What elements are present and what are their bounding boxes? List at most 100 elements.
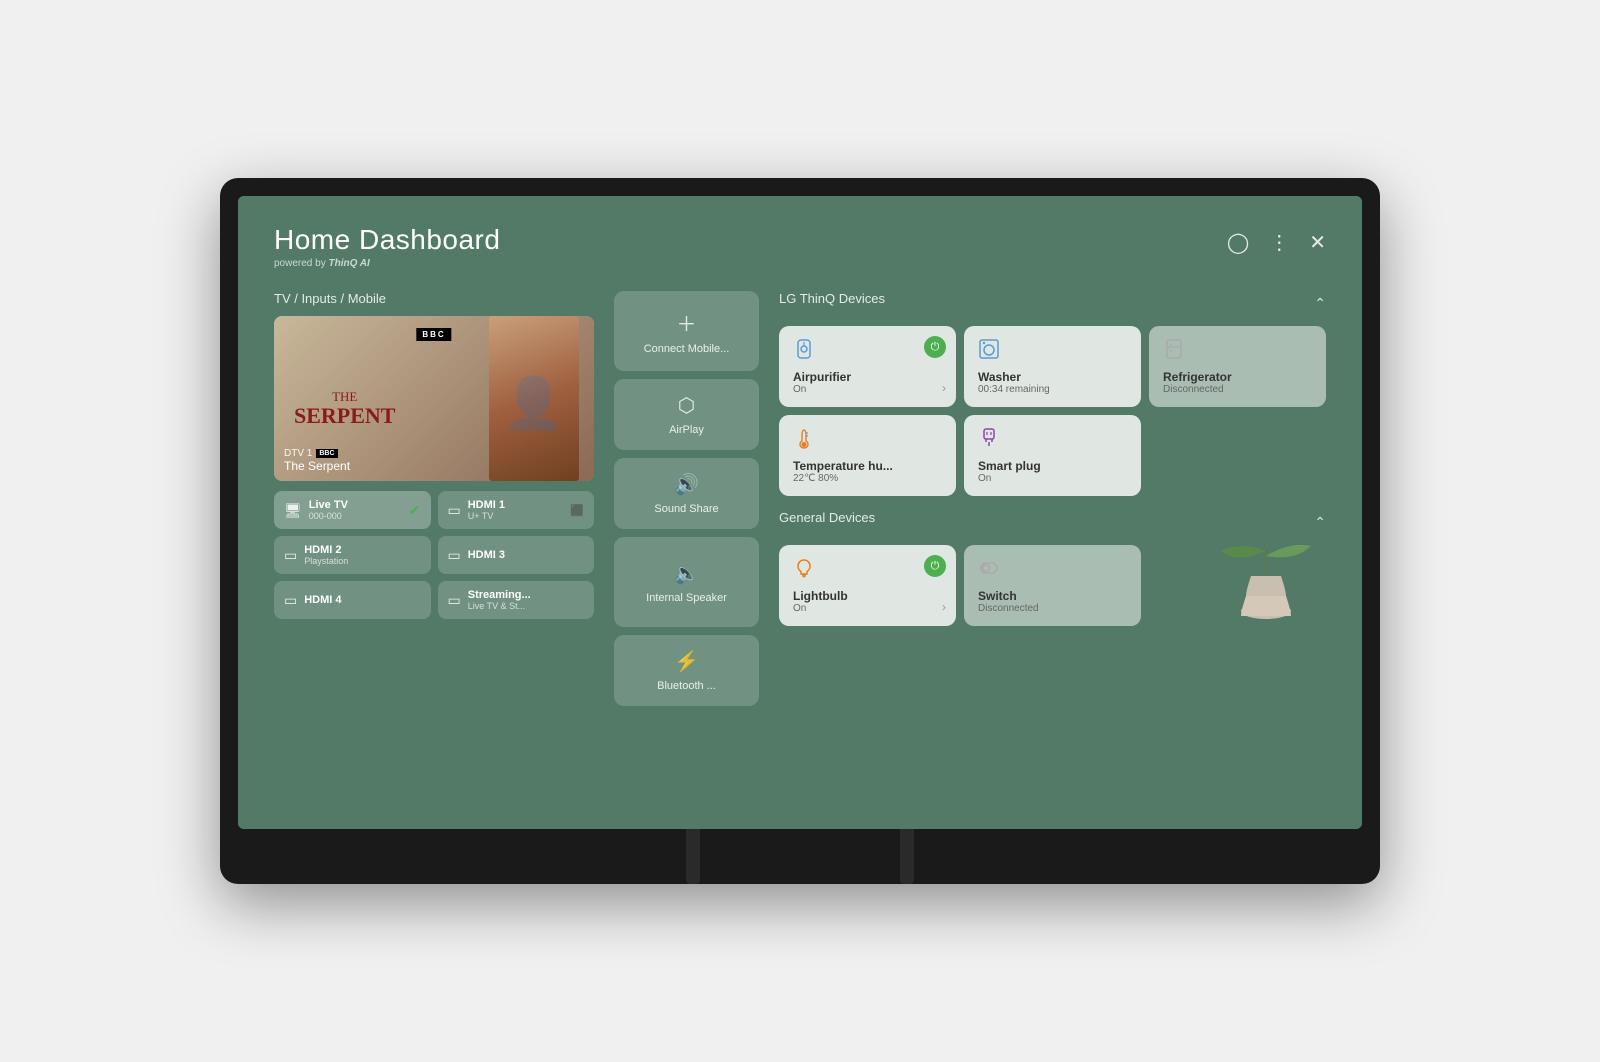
tv-preview[interactable]: BBC THE SERPENT 👤 bbox=[274, 316, 594, 481]
input-info: Streaming... Live TV & St... bbox=[468, 589, 531, 611]
sound-share-card[interactable]: 🔊 Sound Share bbox=[614, 458, 759, 529]
switch-name: Switch bbox=[978, 589, 1127, 603]
bluetooth-icon: ⚡ bbox=[674, 649, 699, 674]
airpurifier-power-btn[interactable]: ⏻ bbox=[924, 336, 946, 358]
tv-leg-left bbox=[686, 829, 700, 884]
device-card-switch[interactable]: Switch Disconnected bbox=[964, 545, 1141, 626]
plus-icon: ＋ bbox=[677, 308, 697, 337]
hdmi4-icon: ▭ bbox=[284, 592, 297, 609]
input-item-hdmi3[interactable]: ▭ HDMI 3 bbox=[438, 536, 595, 574]
tv-screen: Home Dashboard powered by ThinQ AI ◯ ⋮ ✕… bbox=[238, 196, 1362, 828]
input-item-hdmi2[interactable]: ▭ HDMI 2 Playstation bbox=[274, 536, 431, 574]
header-title: Home Dashboard powered by ThinQ AI bbox=[274, 224, 500, 269]
page-title: Home Dashboard bbox=[274, 224, 500, 256]
close-icon[interactable]: ✕ bbox=[1309, 230, 1326, 255]
bluetooth-card[interactable]: ⚡ Bluetooth ... bbox=[614, 635, 759, 706]
washer-name: Washer bbox=[978, 370, 1127, 384]
thinq-section-title: LG ThinQ Devices bbox=[779, 291, 885, 306]
tv-leg-right bbox=[900, 829, 914, 884]
sound-share-icon: 🔊 bbox=[674, 472, 699, 497]
left-panel: TV / Inputs / Mobile BBC THE SERPENT bbox=[274, 291, 594, 785]
airplay-card[interactable]: ⬡ AirPlay bbox=[614, 379, 759, 450]
input-info: Live TV 000-000 bbox=[309, 499, 348, 521]
streaming-icon: ▭ bbox=[448, 592, 461, 609]
bluetooth-label: Bluetooth ... bbox=[657, 680, 716, 692]
right-panel: LG ThinQ Devices ⌃ Airpurifier On bbox=[779, 291, 1326, 785]
input-item-streaming[interactable]: ▭ Streaming... Live TV & St... bbox=[438, 581, 595, 619]
tv-icon: 🖥 bbox=[284, 502, 302, 519]
lightbulb-chevron: › bbox=[942, 600, 946, 614]
input-info: HDMI 1 U+ TV bbox=[468, 499, 505, 521]
internal-speaker-card[interactable]: 🔈 Internal Speaker bbox=[614, 537, 759, 627]
switch-status: Disconnected bbox=[978, 603, 1127, 614]
input-item-hdmi1[interactable]: ▭ HDMI 1 U+ TV ⬛ bbox=[438, 491, 595, 529]
device-card-smart-plug[interactable]: Smart plug On bbox=[964, 415, 1141, 496]
preview-info: DTV 1 BBC The Serpent bbox=[284, 448, 350, 473]
device-card-washer[interactable]: Washer 00:34 remaining bbox=[964, 326, 1141, 407]
decoration-area bbox=[1149, 545, 1326, 626]
plant-svg bbox=[1196, 545, 1326, 626]
preview-show: The Serpent bbox=[284, 459, 350, 473]
tv-section-title: TV / Inputs / Mobile bbox=[274, 291, 594, 306]
input-item-hdmi4[interactable]: ▭ HDMI 4 bbox=[274, 581, 431, 619]
input-info: HDMI 2 Playstation bbox=[304, 544, 348, 566]
hdmi2-icon: ▭ bbox=[284, 547, 297, 564]
sound-share-label: Sound Share bbox=[654, 503, 718, 515]
speaker-icon: 🔈 bbox=[674, 561, 699, 586]
general-section-title: General Devices bbox=[779, 510, 875, 525]
temperature-icon bbox=[793, 427, 942, 455]
airpurifier-status: On bbox=[793, 384, 942, 395]
lightbulb-power-btn[interactable]: ⏻ bbox=[924, 555, 946, 577]
connect-mobile-card[interactable]: ＋ Connect Mobile... bbox=[614, 291, 759, 371]
hdmi3-icon: ▭ bbox=[448, 547, 461, 564]
dashboard: Home Dashboard powered by ThinQ AI ◯ ⋮ ✕… bbox=[238, 196, 1362, 828]
preview-channel: DTV 1 BBC bbox=[284, 448, 350, 459]
input-info: HDMI 4 bbox=[304, 594, 341, 606]
show-title: THE SERPENT bbox=[294, 390, 395, 428]
header: Home Dashboard powered by ThinQ AI ◯ ⋮ ✕ bbox=[274, 224, 1326, 269]
input-grid: 🖥 Live TV 000-000 ✔ ▭ HDMI 1 bbox=[274, 491, 594, 619]
lightbulb-icon bbox=[793, 557, 942, 585]
device-card-airpurifier[interactable]: Airpurifier On ⏻ › bbox=[779, 326, 956, 407]
thinq-devices-section: LG ThinQ Devices ⌃ Airpurifier On bbox=[779, 291, 1326, 496]
main-content: TV / Inputs / Mobile BBC THE SERPENT bbox=[274, 291, 1326, 785]
connect-mobile-label: Connect Mobile... bbox=[644, 343, 730, 355]
more-icon[interactable]: ⋮ bbox=[1269, 230, 1289, 255]
lightbulb-name: Lightbulb bbox=[793, 589, 942, 603]
bbc-logo: BBC bbox=[416, 328, 451, 341]
hdmi-icon: ▭ bbox=[448, 502, 461, 519]
general-devices-section: General Devices ⌃ Lightbulb On bbox=[779, 510, 1326, 626]
device-card-lightbulb[interactable]: Lightbulb On ⏻ › bbox=[779, 545, 956, 626]
powered-by: powered by ThinQ AI bbox=[274, 258, 500, 269]
internal-speaker-label: Internal Speaker bbox=[646, 592, 727, 604]
device-card-refrigerator[interactable]: Refrigerator Disconnected bbox=[1149, 326, 1326, 407]
tv-outer: Home Dashboard powered by ThinQ AI ◯ ⋮ ✕… bbox=[220, 178, 1380, 883]
lightbulb-status: On bbox=[793, 603, 942, 614]
bbc-channel-badge: BBC bbox=[316, 449, 337, 458]
general-devices-grid: Lightbulb On ⏻ › Switch bbox=[779, 545, 1326, 626]
general-section-header: General Devices ⌃ bbox=[779, 510, 1326, 535]
device-card-temperature[interactable]: Temperature hu... 22℃ 80% bbox=[779, 415, 956, 496]
thinq-devices-grid: Airpurifier On ⏻ › Washer bbox=[779, 326, 1326, 496]
airpurifier-chevron: › bbox=[942, 381, 946, 395]
airplay-icon: ⬡ bbox=[678, 393, 695, 418]
middle-panel: ＋ Connect Mobile... ⬡ AirPlay 🔊 Sound Sh… bbox=[614, 291, 759, 785]
smart-plug-name: Smart plug bbox=[978, 459, 1127, 473]
thinq-collapse-btn[interactable]: ⌃ bbox=[1314, 295, 1326, 312]
refrigerator-name: Refrigerator bbox=[1163, 370, 1312, 384]
general-collapse-btn[interactable]: ⌃ bbox=[1314, 514, 1326, 531]
profile-icon[interactable]: ◯ bbox=[1227, 230, 1249, 255]
usb-icon: ⬛ bbox=[570, 504, 584, 517]
input-info: HDMI 3 bbox=[468, 549, 505, 561]
temperature-status: 22℃ 80% bbox=[793, 473, 942, 484]
input-item-live-tv[interactable]: 🖥 Live TV 000-000 ✔ bbox=[274, 491, 431, 529]
washer-icon bbox=[978, 338, 1127, 366]
airpurifier-icon bbox=[793, 338, 942, 366]
switch-icon bbox=[978, 557, 1127, 585]
refrigerator-icon bbox=[1163, 338, 1312, 366]
smart-plug-status: On bbox=[978, 473, 1127, 484]
airplay-label: AirPlay bbox=[669, 424, 704, 436]
temperature-name: Temperature hu... bbox=[793, 459, 942, 473]
refrigerator-status: Disconnected bbox=[1163, 384, 1312, 395]
tv-stand bbox=[238, 829, 1362, 884]
